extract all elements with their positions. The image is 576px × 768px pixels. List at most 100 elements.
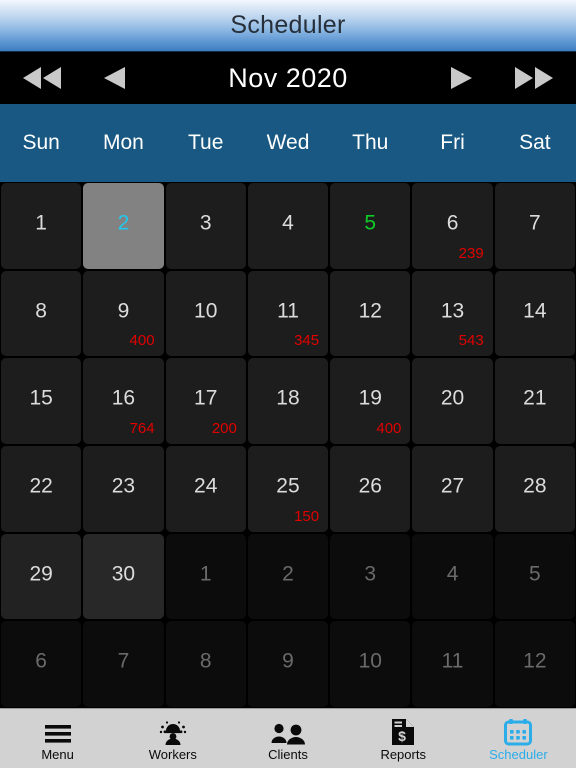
calendar-day-cell[interactable]: 1 <box>1 183 82 269</box>
day-number: 13 <box>440 299 465 323</box>
day-number: 25 <box>276 474 300 498</box>
calendar-day-cell[interactable]: 16 764 <box>83 358 164 445</box>
calendar-day-cell[interactable]: 20 <box>412 358 493 445</box>
day-number: 16 <box>111 386 136 410</box>
day-amount: 400 <box>376 420 402 438</box>
people-group-icon <box>271 716 305 746</box>
calendar-day-cell[interactable]: 23 <box>83 446 164 532</box>
calendar-day-cell[interactable]: 9 400 <box>83 270 164 357</box>
day-number: 5 <box>364 211 377 235</box>
tab-menu[interactable]: Menu <box>0 709 115 768</box>
previous-month-button[interactable] <box>78 52 150 104</box>
calendar-day-cell[interactable]: 2 <box>247 533 329 620</box>
tab-label: Menu <box>41 746 74 762</box>
calendar-week-row: 8 9 400 10 11 345 12 13 543 14 <box>0 270 576 358</box>
chevron-right-icon <box>447 65 477 91</box>
next-year-button[interactable] <box>498 52 570 104</box>
calendar-day-cell[interactable]: 27 <box>412 446 493 532</box>
calendar-day-cell[interactable]: 7 <box>494 183 575 269</box>
calendar-day-cell[interactable]: 9 <box>247 621 329 708</box>
calendar-day-cell[interactable]: 7 <box>83 621 164 708</box>
calendar-day-cell[interactable]: 19 400 <box>330 358 411 445</box>
calendar-day-cell[interactable]: 15 <box>1 358 82 445</box>
calendar-day-cell[interactable]: 22 <box>1 446 82 532</box>
calendar-day-cell[interactable]: 4 <box>247 183 329 269</box>
day-amount: 150 <box>294 507 320 525</box>
calendar-week-row: 15 16 764 17 200 18 19 400 20 21 <box>0 357 576 445</box>
day-number: 20 <box>440 386 465 410</box>
day-number: 10 <box>194 299 218 323</box>
calendar-day-cell[interactable]: 1 <box>165 533 246 620</box>
day-number: 29 <box>29 562 53 586</box>
day-amount: 345 <box>294 332 320 350</box>
day-number: 9 <box>117 299 130 323</box>
day-amount: 764 <box>129 420 155 438</box>
day-amount: 400 <box>129 332 155 350</box>
svg-text:$: $ <box>398 728 406 744</box>
calendar-day-cell[interactable]: 5 <box>494 533 575 620</box>
tab-workers[interactable]: Workers <box>115 709 230 768</box>
calendar-day-cell[interactable]: 5 <box>330 183 411 269</box>
weekday-sat: Sat <box>519 131 551 154</box>
month-navigation-bar: Nov 2020 <box>0 52 576 104</box>
day-number: 14 <box>523 299 547 323</box>
chevron-left-icon <box>99 65 129 91</box>
day-number: 9 <box>282 649 294 673</box>
day-number: 8 <box>199 649 212 673</box>
hamburger-menu-icon <box>43 716 73 746</box>
tab-clients[interactable]: Clients <box>230 709 345 768</box>
calendar-day-cell[interactable]: 18 <box>247 358 329 445</box>
calendar-day-cell[interactable]: 30 <box>83 533 164 620</box>
day-number: 5 <box>528 562 541 586</box>
next-month-button[interactable] <box>426 52 498 104</box>
calendar-day-cell[interactable]: 6 <box>1 621 82 708</box>
calendar-day-cell[interactable]: 11 345 <box>247 270 329 357</box>
calendar-day-cell[interactable]: 8 <box>165 621 246 708</box>
calendar-day-cell[interactable]: 25 150 <box>247 446 329 532</box>
calendar-day-cell[interactable]: 11 <box>412 621 493 708</box>
title-bar: Scheduler <box>0 0 576 52</box>
day-number: 11 <box>277 299 299 323</box>
calendar-day-cell[interactable]: 4 <box>412 533 493 620</box>
calendar-week-row: 6 7 8 9 10 11 12 <box>0 620 576 708</box>
calendar-day-cell[interactable]: 12 <box>330 270 411 357</box>
calendar-day-cell[interactable]: 6 239 <box>412 183 493 269</box>
nav-next-group <box>426 52 570 104</box>
calendar-day-cell[interactable]: 21 <box>494 358 575 445</box>
day-number: 1 <box>199 562 212 586</box>
calendar-day-cell[interactable]: 24 <box>165 446 246 532</box>
weekday-mon: Mon <box>102 131 144 154</box>
calendar-day-cell[interactable]: 2 <box>83 183 164 269</box>
day-number: 30 <box>111 562 136 586</box>
calendar-week-row: 1 2 3 4 5 6 239 7 <box>0 182 576 270</box>
day-number: 1 <box>35 211 47 235</box>
calendar-day-cell[interactable]: 13 543 <box>412 270 493 357</box>
day-number: 2 <box>117 211 130 235</box>
calendar-day-cell[interactable]: 3 <box>330 533 411 620</box>
day-number: 7 <box>117 649 130 673</box>
calendar-icon <box>503 716 533 746</box>
calendar-day-cell[interactable]: 10 <box>165 270 246 357</box>
tab-scheduler[interactable]: Scheduler <box>461 709 576 768</box>
calendar-day-cell[interactable]: 12 <box>494 621 575 708</box>
tab-label: Scheduler <box>489 746 548 762</box>
calendar-day-cell[interactable]: 26 <box>330 446 411 532</box>
day-number: 12 <box>523 649 547 673</box>
day-amount: 200 <box>211 420 237 438</box>
day-amount: 239 <box>458 244 484 262</box>
calendar-day-cell[interactable]: 17 200 <box>165 358 246 445</box>
calendar-day-cell[interactable]: 8 <box>1 270 82 357</box>
page-title: Scheduler <box>230 11 346 39</box>
calendar-day-cell[interactable]: 3 <box>165 183 246 269</box>
calendar-grid: 1 2 3 4 5 6 239 7 8 9 400 10 11 345 12 13 543 14 15 16 764 17… <box>0 182 576 708</box>
day-number: 15 <box>29 386 53 410</box>
calendar-day-cell[interactable]: 10 <box>330 621 411 708</box>
tab-reports[interactable]: $ Reports <box>346 709 461 768</box>
previous-year-button[interactable] <box>6 52 78 104</box>
hard-hat-worker-icon <box>158 716 188 746</box>
calendar-day-cell[interactable]: 14 <box>494 270 575 357</box>
day-amount: 543 <box>458 332 484 350</box>
calendar-day-cell[interactable]: 28 <box>494 446 575 532</box>
calendar-day-cell[interactable]: 29 <box>1 533 82 620</box>
day-number: 19 <box>358 386 382 410</box>
